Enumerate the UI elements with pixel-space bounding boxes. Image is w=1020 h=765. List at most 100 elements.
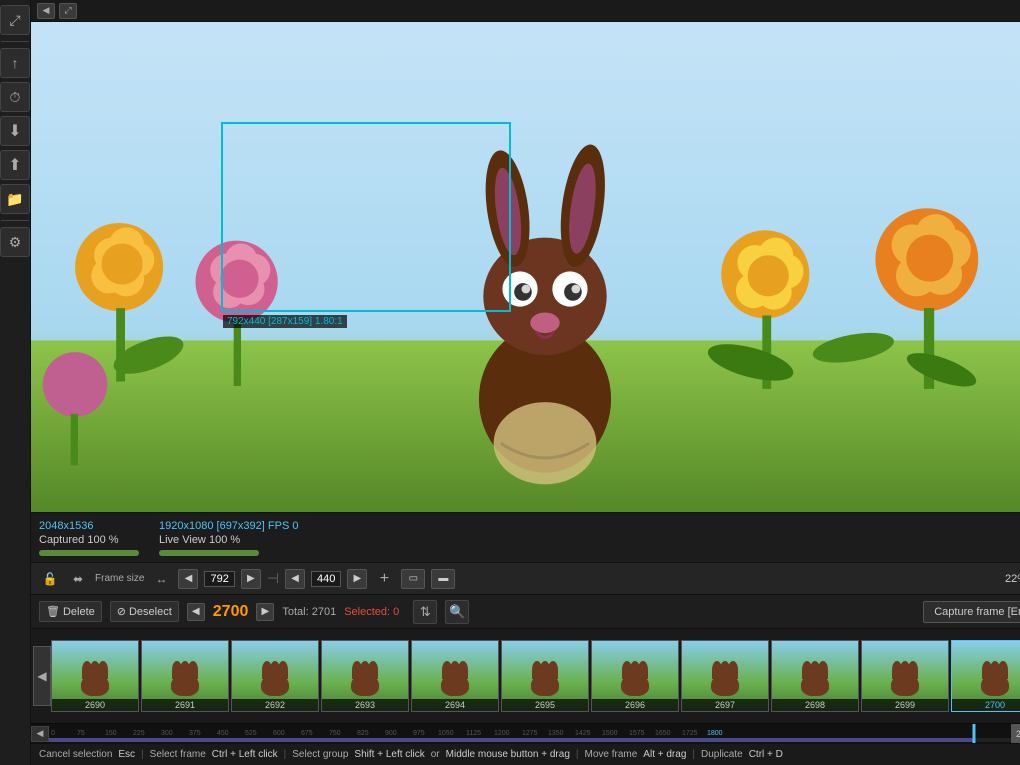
svg-text:1350: 1350	[548, 730, 564, 737]
svg-text:300: 300	[161, 730, 173, 737]
import-tool-btn[interactable]: ⬆	[0, 150, 30, 180]
prev-frame-btn[interactable]: ◀	[187, 603, 205, 621]
download-tool-btn[interactable]: ⬇	[0, 116, 30, 146]
list-item[interactable]: 2692	[231, 640, 319, 712]
list-item[interactable]: 2697	[681, 640, 769, 712]
expand-tool-btn[interactable]: ⤢	[0, 5, 30, 35]
list-item[interactable]: 2690	[51, 640, 139, 712]
svg-text:525: 525	[245, 730, 257, 737]
frame-ctrl-sep: ⊣	[267, 570, 279, 587]
zoom-level: 22%	[1005, 573, 1020, 585]
lock-icon: 🔓	[39, 568, 61, 590]
svg-text:1275: 1275	[522, 730, 538, 737]
svg-text:975: 975	[413, 730, 425, 737]
select-group-label: Select group	[292, 749, 348, 760]
svg-text:1575: 1575	[629, 730, 645, 737]
top-prev-btn[interactable]: ◀	[37, 3, 55, 19]
frame-size-icon: ⬌	[67, 568, 89, 590]
folder-tool-btn[interactable]: 📁	[0, 184, 30, 214]
settings-tool-btn[interactable]: ⚙	[0, 227, 30, 257]
source-progress-bar	[39, 550, 139, 556]
toolbar-separator	[1, 41, 29, 42]
svg-text:1500: 1500	[602, 730, 618, 737]
list-item[interactable]: 2698	[771, 640, 859, 712]
selection-rectangle[interactable]: 792x440 [287x159] 1.80:1	[221, 122, 511, 312]
ruler-svg: 0 75 150 225 300 375 450 525 600 675 750…	[49, 724, 1011, 743]
svg-text:600: 600	[273, 730, 285, 737]
delete-label: Delete	[63, 606, 95, 618]
top-expand-btn[interactable]: ⤢	[59, 3, 77, 19]
timeline-ruler-row: ◀ 0 75 150 225	[31, 723, 1020, 743]
total-frames: Total: 2701	[282, 606, 336, 618]
next-frame-btn[interactable]: ▶	[256, 603, 274, 621]
selected-frames: Selected: 0	[344, 606, 399, 618]
middle-mouse-key: Middle mouse button + drag	[446, 749, 570, 760]
svg-text:750: 750	[329, 730, 341, 737]
select-frame-key: Ctrl + Left click	[212, 749, 278, 760]
list-item[interactable]: 2700	[951, 640, 1020, 712]
trash-icon: 🗑	[46, 605, 60, 618]
fit-width-btn[interactable]: ▭	[401, 569, 425, 589]
top-bar: ◀ ⤢	[31, 0, 1020, 22]
left-toolbar: ⤢ ↑ ⏱ ⬇ ⬆ 📁 ⚙	[0, 0, 31, 765]
list-item[interactable]: 2694	[411, 640, 499, 712]
source-info: 2048x1536 Captured 100 %	[39, 520, 139, 556]
select-frame-label: Select frame	[150, 749, 206, 760]
live-progress-bar	[159, 550, 259, 556]
cancel-key: Esc	[118, 749, 135, 760]
svg-text:150: 150	[105, 730, 117, 737]
timeline-ruler: 0 75 150 225 300 375 450 525 600 675 750…	[49, 724, 1011, 743]
list-item[interactable]: 2699	[861, 640, 949, 712]
sort-icon-btn[interactable]: ⇅	[413, 600, 437, 624]
main-area: ◀ ⤢	[31, 0, 1020, 765]
select-group-key: Shift + Left click	[354, 749, 424, 760]
svg-text:75: 75	[77, 730, 85, 737]
or-text: or	[431, 749, 440, 760]
live-progress-fill	[159, 550, 259, 556]
live-info: 1920x1080 [697x392] FPS 0 Live View 100 …	[159, 520, 299, 556]
list-item[interactable]: 2696	[591, 640, 679, 712]
move-frame-label: Move frame	[585, 749, 638, 760]
deselect-icon: ⊘	[117, 605, 126, 618]
height-prev-btn[interactable]: ◀	[285, 569, 305, 589]
frame-height-value: 440	[311, 571, 341, 587]
source-progress-fill	[39, 550, 139, 556]
frame-size-label: Frame size	[95, 573, 144, 584]
svg-text:1125: 1125	[466, 730, 481, 737]
list-item[interactable]: 2693	[321, 640, 409, 712]
width-next-btn[interactable]: ▶	[241, 569, 261, 589]
filmstrip-prev-btn[interactable]: ◀	[33, 646, 51, 706]
list-item[interactable]: 2695	[501, 640, 589, 712]
timeline-controls: 🗑 Delete ⊘ Deselect ◀ 2700 ▶ Total: 2701…	[31, 594, 1020, 628]
frame-indicator: 2700	[1011, 724, 1020, 743]
height-next-btn[interactable]: ▶	[347, 569, 367, 589]
live-resolution: 1920x1080 [697x392] FPS 0	[159, 520, 299, 532]
current-frame-num: 2700	[213, 603, 249, 621]
resize-icon: ↔	[150, 568, 172, 590]
deselect-btn[interactable]: ⊘ Deselect	[110, 601, 179, 622]
video-info-bar: 2048x1536 Captured 100 % 1920x1080 [697x…	[31, 512, 1020, 562]
cancel-selection-label: Cancel selection	[39, 749, 112, 760]
list-item[interactable]: 2691	[141, 640, 229, 712]
toolbar-separator2	[1, 220, 29, 221]
timeline-scroll-left[interactable]: ◀	[31, 726, 49, 742]
video-scene	[31, 22, 1020, 512]
capture-frame-btn[interactable]: Capture frame [Enter]	[923, 601, 1020, 623]
delete-btn[interactable]: 🗑 Delete	[39, 601, 102, 622]
svg-text:675: 675	[301, 730, 313, 737]
video-viewport[interactable]: 792x440 [287x159] 1.80:1	[31, 22, 1020, 512]
filmstrip-area: ◀ 2690 2691 2692	[31, 628, 1020, 723]
svg-text:450: 450	[217, 730, 229, 737]
svg-text:900: 900	[385, 730, 397, 737]
clock-tool-btn[interactable]: ⏱	[0, 82, 30, 112]
width-prev-btn[interactable]: ◀	[178, 569, 198, 589]
frame-width-value: 792	[204, 571, 234, 587]
deselect-label: Deselect	[129, 606, 172, 618]
svg-text:1200: 1200	[494, 730, 510, 737]
arrow-tool-btn[interactable]: ↑	[0, 48, 30, 78]
zoom-icon-btn[interactable]: 🔍	[445, 600, 469, 624]
svg-text:1050: 1050	[438, 730, 454, 737]
svg-text:1650: 1650	[655, 730, 671, 737]
fit-height-btn[interactable]: ▬	[431, 569, 455, 589]
duplicate-label: Duplicate	[701, 749, 743, 760]
